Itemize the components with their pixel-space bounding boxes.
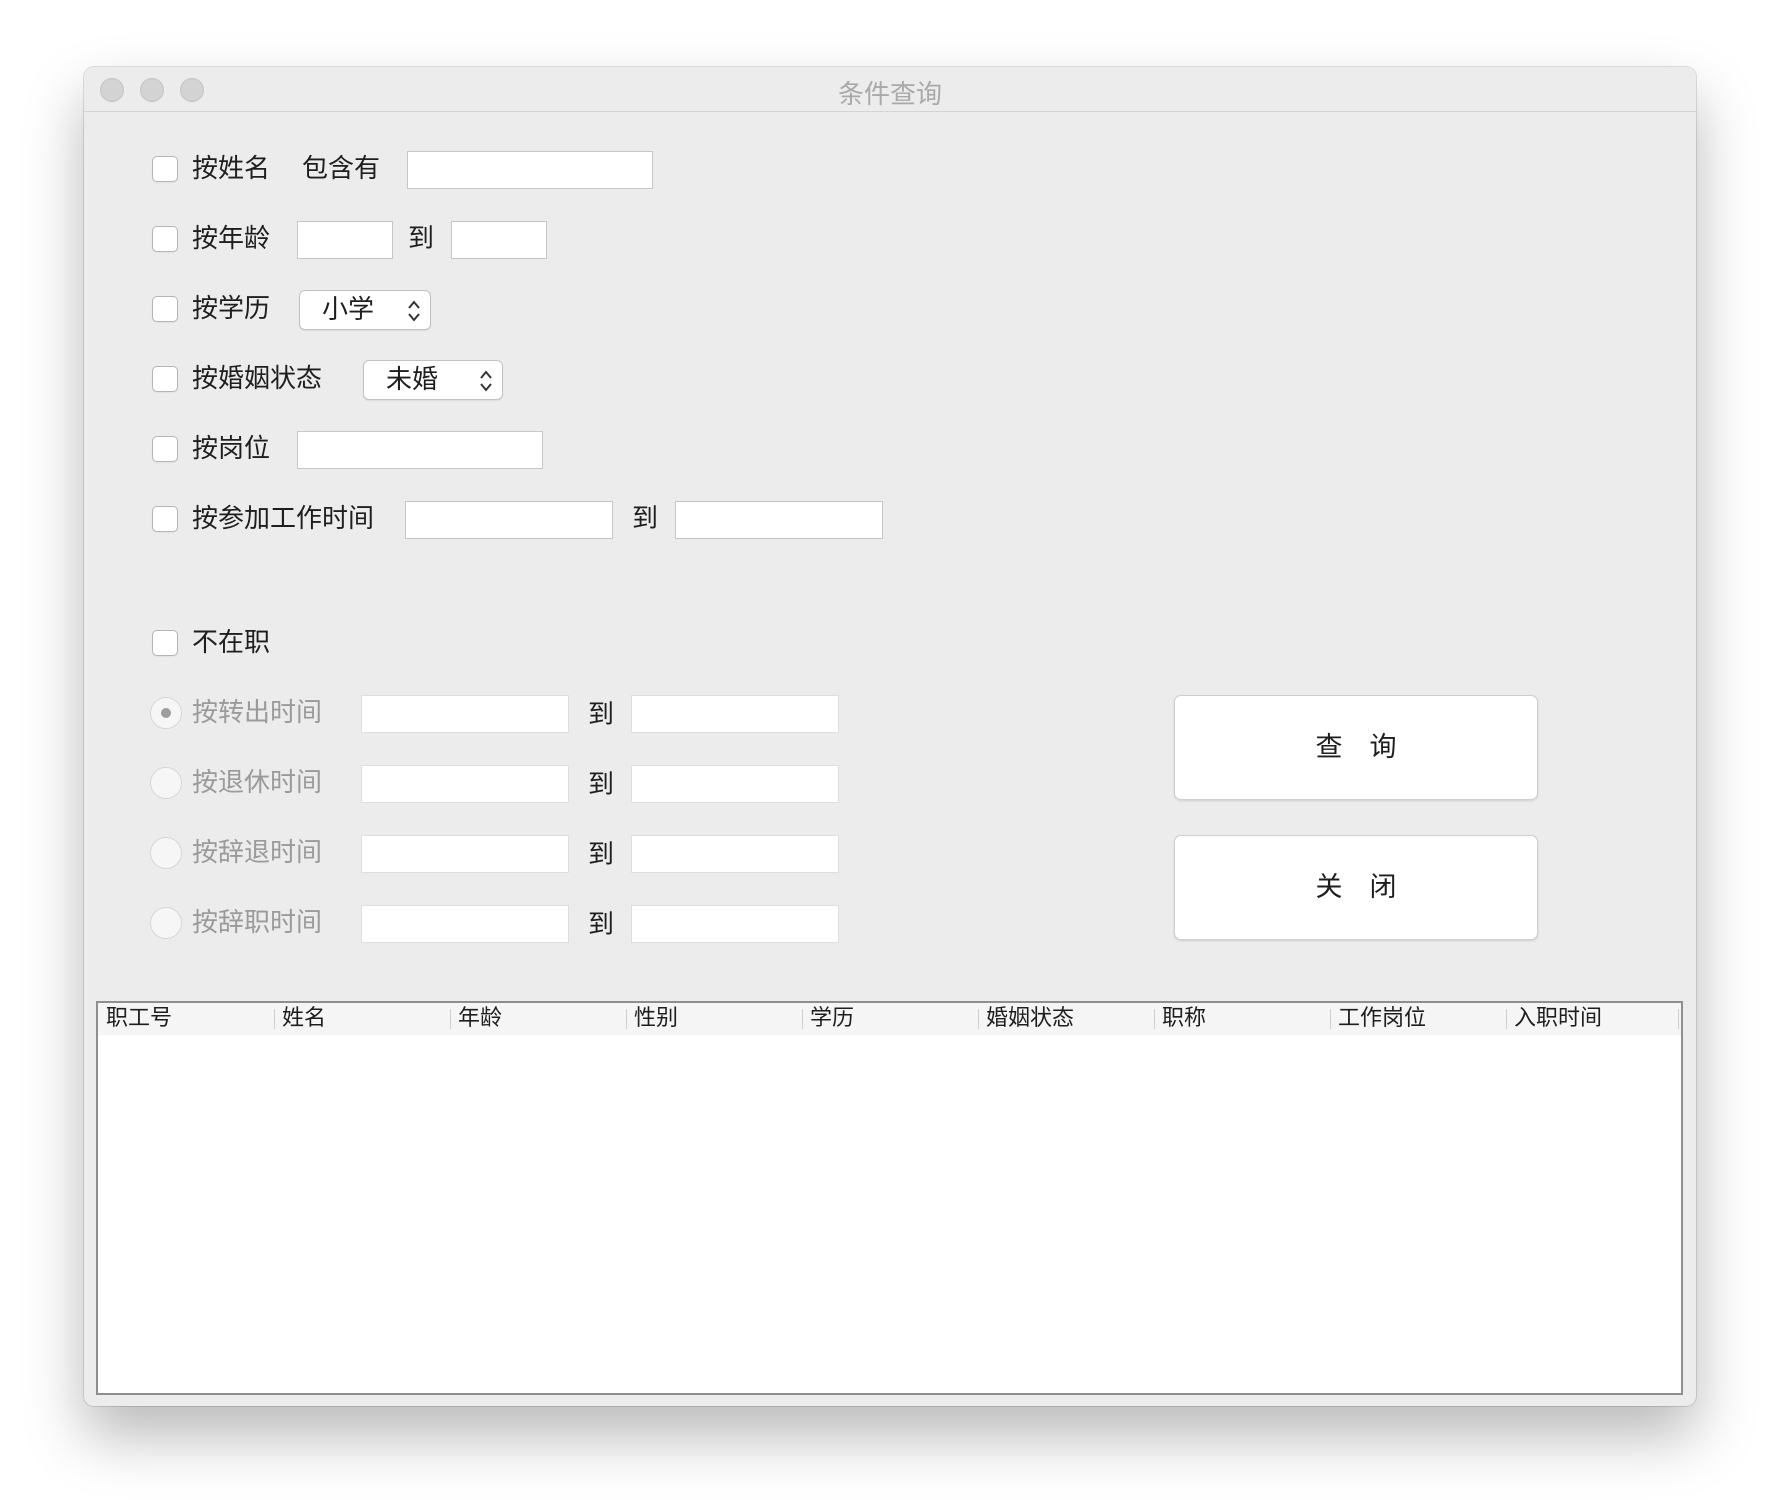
education-select[interactable]: 小学 [299,290,431,330]
marital-select[interactable]: 未婚 [363,360,503,400]
education-select-value: 小学 [322,295,375,325]
work-start-from-input[interactable] [405,501,613,539]
retirement-from-input[interactable] [361,765,569,803]
results-table[interactable]: 职工号 姓名 年龄 性别 学历 婚姻状态 职称 工作岗位 入职时间 [96,1001,1683,1395]
age-checkbox-label: 按年龄 [192,224,271,254]
marital-select-value: 未婚 [386,365,439,395]
column-header[interactable]: 年龄 [450,1003,626,1035]
column-header[interactable]: 职工号 [98,1003,274,1035]
resignation-radio[interactable] [150,907,182,939]
transfer-out-to-label: 到 [588,700,615,730]
work-start-checkbox[interactable] [152,506,178,532]
title-bar: 条件查询 [84,67,1696,112]
education-checkbox[interactable] [152,296,178,322]
radio-selected-dot [161,708,171,718]
transfer-out-from-input[interactable] [361,695,569,733]
retirement-to-label: 到 [588,770,615,800]
retirement-to-input[interactable] [631,765,839,803]
position-input[interactable] [297,431,543,469]
dismissal-radio[interactable] [150,837,182,869]
retirement-radio[interactable] [150,767,182,799]
marital-checkbox[interactable] [152,366,178,392]
updown-chevron-icon [480,370,492,392]
resignation-from-input[interactable] [361,905,569,943]
column-header[interactable]: 性别 [626,1003,802,1035]
name-checkbox[interactable] [152,156,178,182]
column-header[interactable]: 婚姻状态 [978,1003,1154,1035]
work-start-to-input[interactable] [675,501,883,539]
age-to-label: 到 [408,224,435,254]
work-start-checkbox-label: 按参加工作时间 [192,504,375,534]
resignation-to-label: 到 [588,910,615,940]
query-button[interactable]: 查 询 [1174,695,1538,800]
name-input[interactable] [407,151,653,189]
position-checkbox-label: 按岗位 [192,434,271,464]
not-employed-checkbox[interactable] [152,630,178,656]
resignation-to-input[interactable] [631,905,839,943]
name-checkbox-label: 按姓名 [192,154,271,184]
dismissal-label: 按辞退时间 [192,838,323,868]
window-title: 条件查询 [837,80,942,110]
table-header: 职工号 姓名 年龄 性别 学历 婚姻状态 职称 工作岗位 入职时间 [98,1003,1681,1035]
resignation-label: 按辞职时间 [192,908,323,938]
table-body[interactable] [98,1035,1681,1393]
dismissal-from-input[interactable] [361,835,569,873]
contains-label: 包含有 [302,154,381,184]
age-to-input[interactable] [451,221,547,259]
work-start-to-label: 到 [632,504,659,534]
position-checkbox[interactable] [152,436,178,462]
dismissal-to-label: 到 [588,840,615,870]
transfer-out-radio[interactable] [150,697,182,729]
transfer-out-to-input[interactable] [631,695,839,733]
age-checkbox[interactable] [152,226,178,252]
column-header[interactable]: 工作岗位 [1330,1003,1506,1035]
close-button[interactable]: 关 闭 [1174,835,1538,940]
not-employed-checkbox-label: 不在职 [192,628,271,658]
age-from-input[interactable] [297,221,393,259]
column-header[interactable]: 职称 [1154,1003,1330,1035]
column-header[interactable]: 姓名 [274,1003,450,1035]
retirement-label: 按退休时间 [192,768,323,798]
column-header[interactable]: 学历 [802,1003,978,1035]
transfer-out-label: 按转出时间 [192,698,323,728]
query-window: 条件查询 按姓名 包含有 按年龄 到 按学历 小学 按婚姻状态 未婚 按岗位 按… [84,67,1696,1406]
marital-checkbox-label: 按婚姻状态 [192,364,323,394]
education-checkbox-label: 按学历 [192,294,271,324]
updown-chevron-icon [408,300,420,322]
dismissal-to-input[interactable] [631,835,839,873]
column-header[interactable]: 入职时间 [1506,1003,1681,1035]
